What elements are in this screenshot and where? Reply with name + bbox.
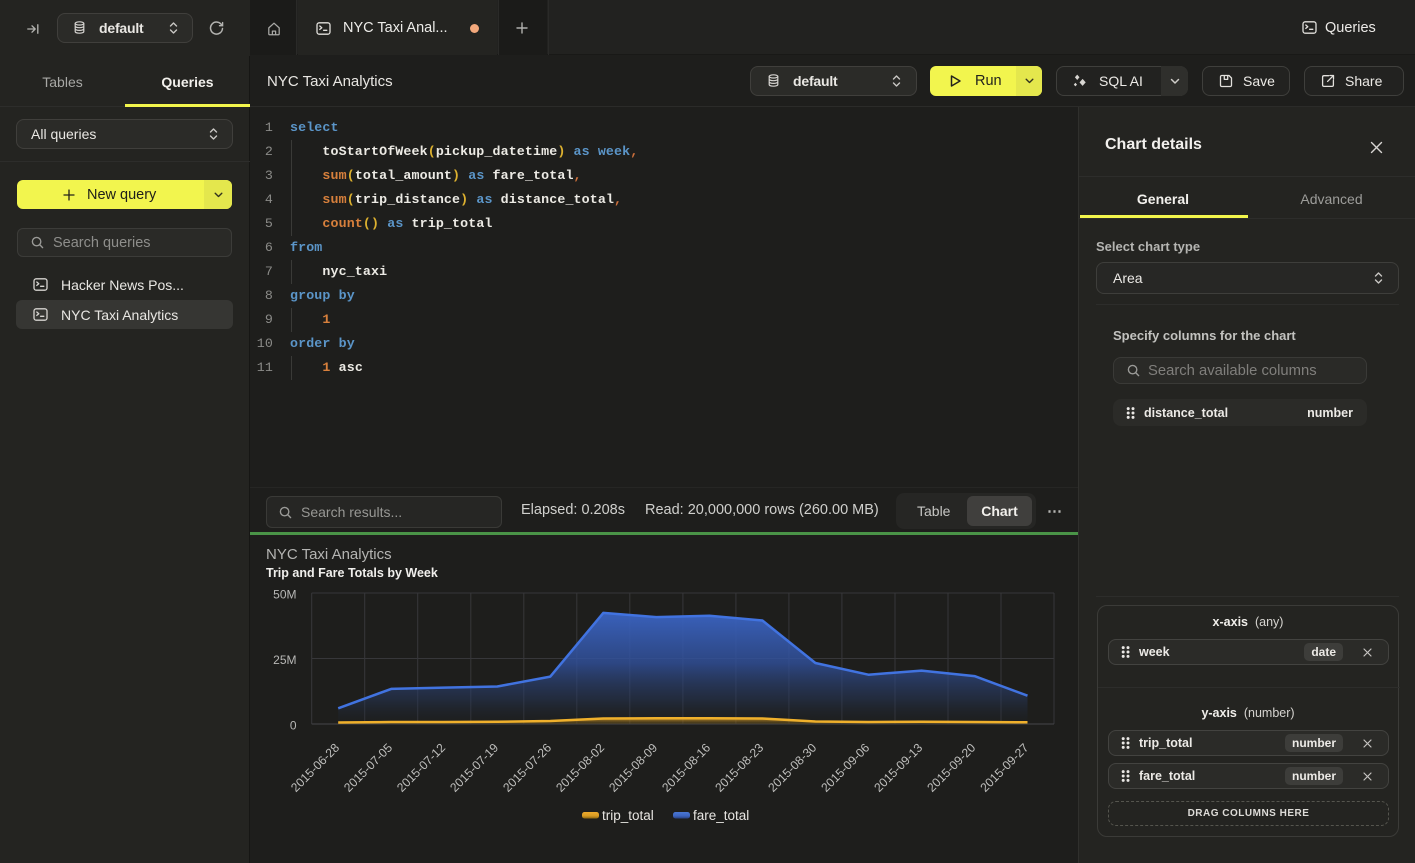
svg-text:2015-07-12: 2015-07-12 — [394, 741, 448, 795]
svg-text:2015-08-09: 2015-08-09 — [606, 741, 660, 795]
svg-text:trip_total: trip_total — [602, 808, 654, 823]
svg-text:2015-09-27: 2015-09-27 — [977, 741, 1031, 795]
svg-text:2015-08-23: 2015-08-23 — [712, 741, 766, 795]
svg-text:2015-08-30: 2015-08-30 — [765, 741, 819, 795]
svg-text:2015-06-28: 2015-06-28 — [288, 741, 342, 795]
svg-text:fare_total: fare_total — [693, 808, 749, 823]
svg-text:2015-09-20: 2015-09-20 — [924, 741, 978, 795]
svg-text:50M: 50M — [273, 588, 296, 602]
svg-text:0: 0 — [290, 719, 297, 733]
svg-text:2015-08-02: 2015-08-02 — [553, 741, 607, 795]
svg-text:2015-07-26: 2015-07-26 — [500, 741, 554, 795]
svg-text:2015-07-05: 2015-07-05 — [341, 741, 395, 795]
svg-text:2015-07-19: 2015-07-19 — [447, 741, 501, 795]
svg-text:2015-08-16: 2015-08-16 — [659, 741, 713, 795]
svg-text:2015-09-06: 2015-09-06 — [818, 741, 872, 795]
svg-text:25M: 25M — [273, 653, 296, 667]
svg-text:2015-09-13: 2015-09-13 — [871, 741, 925, 795]
